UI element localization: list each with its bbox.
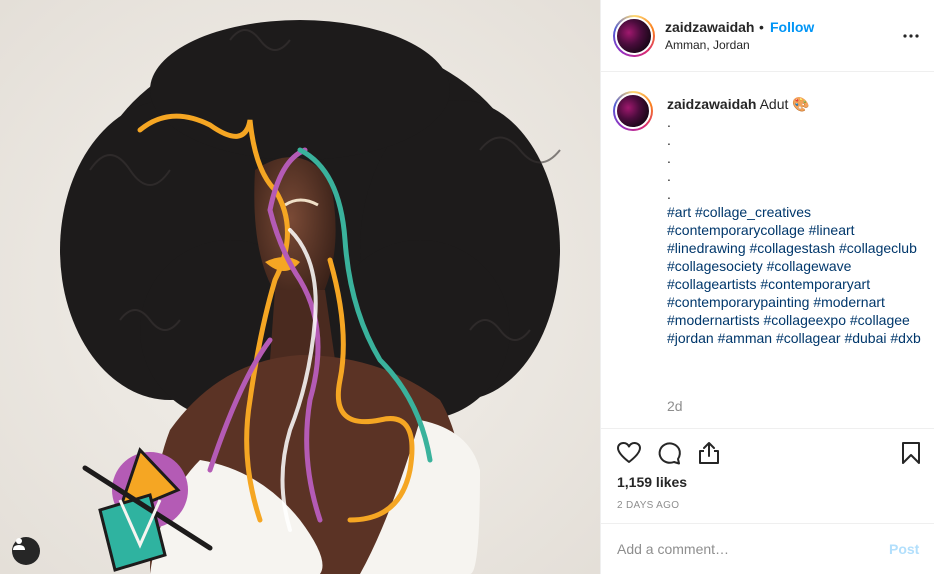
header-separator: • <box>759 19 764 35</box>
caption-dot: . <box>667 132 671 148</box>
hashtag-link[interactable]: #lineart <box>809 222 855 238</box>
hashtag-link[interactable]: #collagestash <box>750 240 836 256</box>
hashtag-link[interactable]: #collagear <box>776 330 841 346</box>
likes-count[interactable]: 1,159 likes <box>617 474 687 490</box>
hashtag-link[interactable]: #dxb <box>890 330 920 346</box>
hashtag-link[interactable]: #jordan <box>667 330 714 346</box>
profile-avatar[interactable] <box>613 15 655 57</box>
caption-timestamp[interactable]: 2d <box>667 398 683 414</box>
share-icon[interactable] <box>695 439 723 467</box>
comment-icon[interactable] <box>655 439 683 467</box>
bookmark-icon[interactable] <box>897 439 925 467</box>
hashtag-link[interactable]: #amman <box>718 330 772 346</box>
heart-icon[interactable] <box>615 439 643 467</box>
hashtag-link[interactable]: #contemporaryart <box>760 276 870 292</box>
post-date[interactable]: 2 DAYS AGO <box>617 500 679 511</box>
user-icon <box>13 538 25 550</box>
follow-button[interactable]: Follow <box>770 19 814 35</box>
caption-text: Adut 🎨 <box>759 96 810 112</box>
caption-dot: . <box>667 168 671 184</box>
caption-dot: . <box>667 186 671 202</box>
caption: zaidzawaidah Adut 🎨 . . . . . #art #coll… <box>667 95 929 347</box>
hashtag-link[interactable]: #contemporarypainting <box>667 294 809 310</box>
hashtag-link[interactable]: #collageclub <box>839 240 917 256</box>
hashtag-link[interactable]: #collageexpo <box>763 312 846 328</box>
header-username[interactable]: zaidzawaidah <box>665 19 754 35</box>
action-bar: 1,159 likes 2 DAYS AGO <box>601 428 934 523</box>
post-image[interactable] <box>0 0 600 574</box>
hashtag-link[interactable]: #collagesociety <box>667 258 763 274</box>
post-dialog: zaidzawaidah • Follow Amman, Jordan zaid… <box>0 0 934 574</box>
location-link[interactable]: Amman, Jordan <box>665 38 750 52</box>
hashtag-link[interactable]: #dubai <box>844 330 886 346</box>
caption-dot: . <box>667 114 671 130</box>
hashtag-link[interactable]: #collage_creatives <box>695 204 811 220</box>
hashtag-link[interactable]: #collagee <box>850 312 910 328</box>
more-horizontal-icon[interactable] <box>899 24 923 48</box>
caption-dot: . <box>667 150 671 166</box>
caption-avatar[interactable] <box>613 91 653 131</box>
hashtag-link[interactable]: #collageartists <box>667 276 757 292</box>
hashtag-link[interactable]: #modernartists <box>667 312 760 328</box>
hashtag-link[interactable]: #collagewave <box>767 258 852 274</box>
hashtag-list: #art #collage_creatives #contemporarycol… <box>667 203 929 347</box>
hashtag-link[interactable]: #art <box>667 204 691 220</box>
hashtag-link[interactable]: #modernart <box>813 294 885 310</box>
comments-area[interactable]: zaidzawaidah Adut 🎨 . . . . . #art #coll… <box>601 73 934 427</box>
caption-username[interactable]: zaidzawaidah <box>667 96 756 112</box>
post-comment-button[interactable]: Post <box>889 541 919 557</box>
post-side-panel: zaidzawaidah • Follow Amman, Jordan zaid… <box>600 0 934 574</box>
artwork-illustration <box>0 0 600 574</box>
user-tag-button[interactable] <box>12 537 40 565</box>
comment-input[interactable] <box>617 538 867 560</box>
post-header: zaidzawaidah • Follow Amman, Jordan <box>601 0 934 72</box>
hashtag-link[interactable]: #contemporarycollage <box>667 222 805 238</box>
hashtag-link[interactable]: #linedrawing <box>667 240 746 256</box>
add-comment-form: Post <box>601 523 934 574</box>
